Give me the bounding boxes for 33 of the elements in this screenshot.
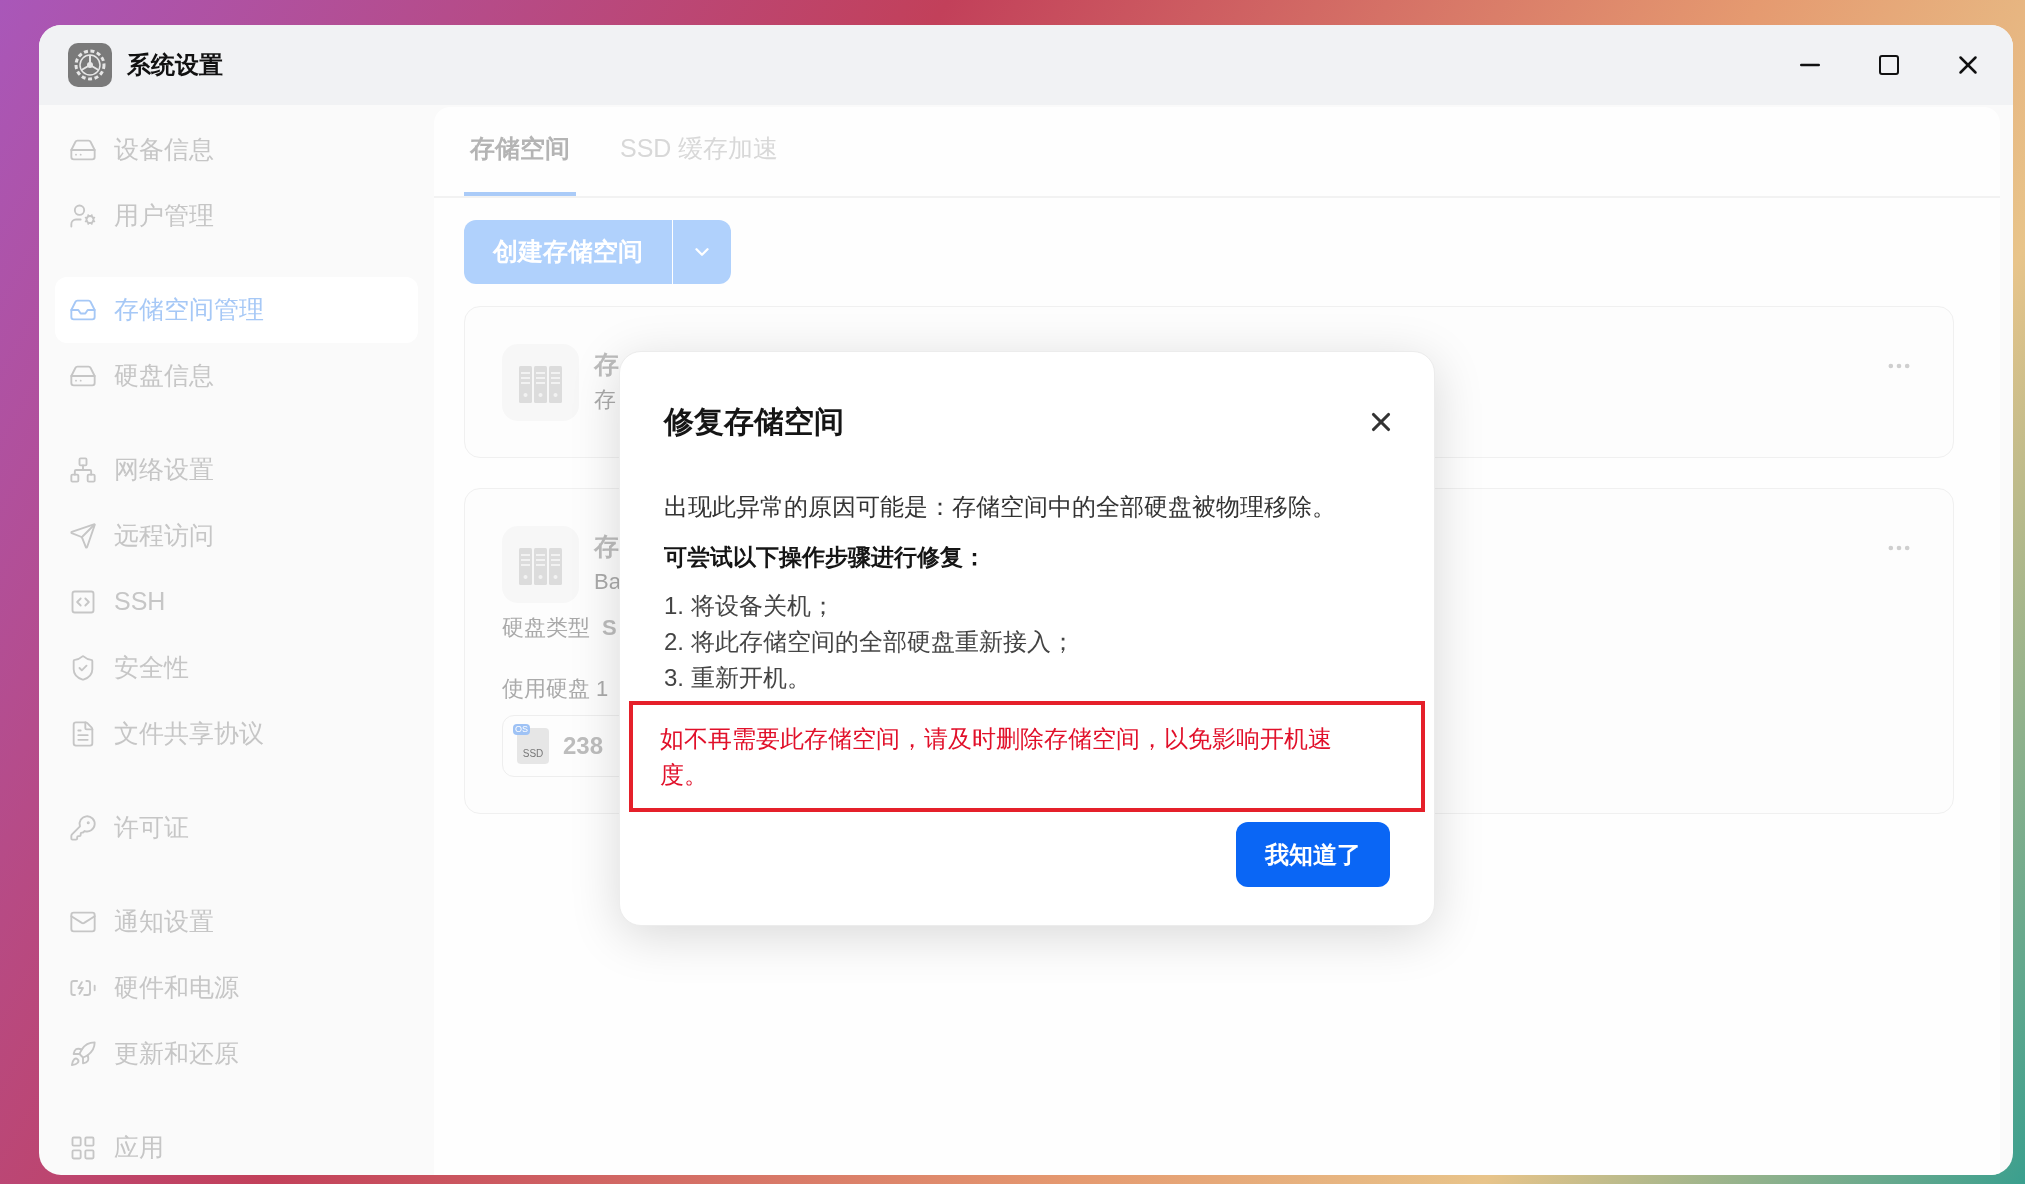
- confirm-button[interactable]: 我知道了: [1236, 822, 1390, 887]
- maximize-icon[interactable]: [1877, 53, 1901, 77]
- storage-subtitle: Ba: [594, 568, 621, 596]
- step-text: 1. 将设备关机；: [664, 591, 836, 621]
- key-icon: [69, 814, 97, 842]
- step-text: 3. 重新开机。: [664, 663, 812, 693]
- warning-text: 如不再需要此存储空间，请及时删除存储空间，以免影响开机速度。: [660, 723, 1333, 790]
- grid-icon: [69, 1134, 97, 1162]
- gear-icon: [68, 43, 112, 87]
- disks-label: 使用硬盘 1: [502, 675, 609, 703]
- create-storage-button[interactable]: 创建存储空间: [464, 220, 673, 284]
- tab[interactable]: 存储空间: [464, 105, 576, 196]
- sidebar-item[interactable]: 存储空间管理: [55, 277, 418, 343]
- rocket-icon: [69, 1040, 97, 1068]
- window-title: 系统设置: [127, 50, 223, 80]
- disk-type-value: S: [602, 614, 617, 642]
- step-text: 2. 将此存储空间的全部硬盘重新接入；: [664, 627, 1076, 657]
- os-badge: OS: [513, 724, 530, 735]
- storage-title: 存: [594, 349, 619, 380]
- paper-plane-icon: [69, 522, 97, 550]
- ssd-label: SSD: [522, 748, 544, 760]
- storage-icon: [502, 526, 579, 603]
- reason-text: 出现此异常的原因可能是：存储空间中的全部硬盘被物理移除。: [664, 492, 1337, 522]
- storage-subtitle: 存: [594, 386, 617, 414]
- disk-size: 238: [563, 731, 604, 761]
- user-gear-icon: [69, 202, 97, 230]
- steps-heading: 可尝试以下操作步骤进行修复：: [664, 543, 987, 572]
- storage-title: 存: [594, 531, 620, 562]
- network-icon: [69, 456, 97, 484]
- storage-icon: [502, 344, 579, 421]
- disk-type-label: 硬盘类型: [502, 614, 590, 642]
- dialog-title: 修复存储空间: [664, 404, 844, 440]
- code-icon: [69, 588, 97, 616]
